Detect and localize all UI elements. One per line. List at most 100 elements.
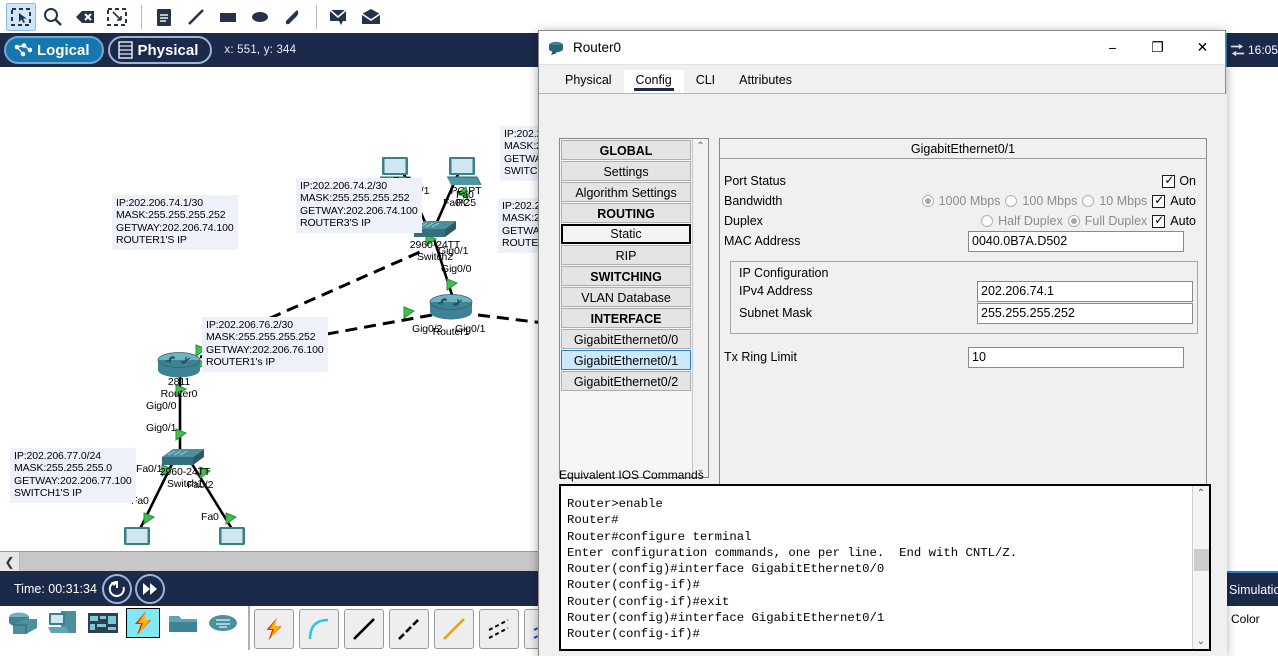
nav-item-gig0-2[interactable]: GigabitEthernet0/2 [561, 371, 692, 391]
tab-config[interactable]: Config [623, 70, 684, 93]
zoom-reset-button[interactable] [70, 3, 100, 31]
tab-cli[interactable]: CLI [684, 70, 727, 93]
zoom-fit-button[interactable] [102, 3, 132, 31]
connections-icon[interactable] [126, 608, 160, 638]
nav-item-algorithm-settings[interactable]: Algorithm Settings [561, 182, 692, 202]
zoom-in-button[interactable] [38, 3, 68, 31]
mac-address-input[interactable] [968, 230, 1184, 252]
device-pc5[interactable] [445, 155, 483, 187]
nav-item-settings[interactable]: Settings [561, 161, 692, 181]
ios-scroll-down-icon[interactable]: ⌄ [1197, 636, 1205, 647]
port-label: Fa0/2 [187, 479, 214, 491]
draw-rectangle-button[interactable] [213, 3, 243, 31]
draw-ellipse-button[interactable] [245, 3, 275, 31]
reset-power-button[interactable] [101, 573, 132, 604]
tx-ring-limit-input[interactable] [968, 346, 1184, 368]
tab-physical[interactable]: Physical [553, 70, 624, 93]
draw-freeform-button[interactable] [277, 3, 307, 31]
dialog-title-bar[interactable]: Router0 − ❐ ✕ [539, 31, 1225, 65]
scroll-left-icon[interactable]: ❮ [0, 551, 20, 572]
duplex-auto-label: Auto [1170, 214, 1196, 228]
interface-group-title: GigabitEthernet0/1 [720, 139, 1206, 159]
bandwidth-row: Bandwidth 1000 Mbps 100 Mbps 10 Mbps Aut… [720, 191, 1206, 211]
close-button[interactable]: ✕ [1180, 31, 1225, 65]
simple-pdu-button[interactable] [324, 3, 354, 31]
ios-scroll-thumb[interactable] [1193, 548, 1209, 571]
ipv4-address-label: IPv4 Address [739, 284, 813, 298]
complex-pdu-button[interactable] [356, 3, 386, 31]
annotation-switch1-lan[interactable]: IP:202.206.77.0/24 MASK:255.255.255.0 GE… [10, 448, 136, 503]
annotation-router0-link[interactable]: IP:202.206.76.2/30 MASK:255.255.255.252 … [202, 317, 328, 372]
console-cable-button[interactable] [299, 609, 339, 649]
port-label: Fa0 [456, 189, 474, 201]
miscellaneous-icon[interactable] [166, 608, 200, 638]
network-devices-icon[interactable] [6, 608, 40, 638]
nav-item-gig0-1[interactable]: GigabitEthernet0/1 [561, 350, 692, 370]
nav-item-gig0-0[interactable]: GigabitEthernet0/0 [561, 329, 692, 349]
select-tool-button[interactable] [6, 2, 36, 31]
multiuser-icon[interactable] [206, 608, 240, 638]
scroll-up-icon[interactable]: ⌃ [696, 141, 704, 152]
minimize-button[interactable]: − [1090, 31, 1135, 65]
ios-commands-console[interactable]: Router>enable Router# Router#configure t… [559, 484, 1211, 651]
bandwidth-1000-radio[interactable] [921, 195, 934, 207]
automatic-connection-button[interactable] [254, 609, 294, 649]
annotation-router3-link[interactable]: IP:202.206.74.2/30 MASK:255.255.255.252 … [296, 178, 422, 233]
config-navigation-list: GLOBAL Settings Algorithm Settings ROUTI… [560, 139, 692, 477]
copper-cross-over-button[interactable] [389, 609, 429, 649]
fiber-cable-button[interactable] [434, 609, 474, 649]
duplex-auto-checkbox[interactable] [1152, 213, 1166, 228]
ios-scroll-up-icon[interactable]: ⌃ [1197, 488, 1205, 499]
device-pc0[interactable] [120, 525, 158, 545]
nav-item-static[interactable]: Static [561, 224, 692, 244]
subnet-mask-input[interactable] [977, 302, 1193, 324]
subnet-mask-label: Subnet Mask [739, 306, 812, 320]
device-router1[interactable] [428, 293, 474, 323]
physical-view-label: Physical [137, 41, 199, 59]
draw-line-button[interactable] [181, 3, 211, 31]
bandwidth-100-label: 100 Mbps [1022, 194, 1078, 208]
bandwidth-100-radio[interactable] [1005, 195, 1018, 207]
port-label: Gig0/0 [441, 263, 472, 275]
full-duplex-radio[interactable] [1067, 215, 1080, 227]
nav-item-vlan-database[interactable]: VLAN Database [561, 287, 692, 307]
nav-item-rip[interactable]: RIP [561, 245, 692, 265]
navigation-scrollbar[interactable]: ⌃ ⌄ [692, 139, 708, 477]
tx-ring-limit-label: Tx Ring Limit [724, 350, 797, 364]
maximize-button[interactable]: ❐ [1135, 31, 1180, 65]
clock-area: 16:05 [1225, 33, 1278, 67]
dialog-tab-strip: Physical Config CLI Attributes [539, 65, 1225, 94]
port-status-on-label: On [1179, 174, 1196, 188]
bandwidth-auto-checkbox[interactable] [1152, 193, 1166, 208]
components-icon[interactable] [86, 608, 120, 638]
nav-header-interface: INTERFACE [561, 308, 692, 328]
notes-tool-button[interactable] [149, 3, 179, 31]
bandwidth-10-radio[interactable] [1082, 195, 1095, 207]
port-label: Fa0 [201, 511, 219, 523]
annotation-router1-link[interactable]: IP:202.206.74.1/30 MASK:255.255.255.252 … [112, 195, 238, 250]
port-label: Gig0/1 [146, 422, 177, 434]
port-status-checkbox[interactable] [1162, 173, 1176, 188]
duplex-label: Duplex [724, 214, 763, 228]
device-pc1[interactable] [215, 525, 253, 545]
ios-console-scrollbar[interactable]: ⌃ ⌄ [1192, 486, 1209, 649]
phone-cable-button[interactable] [479, 609, 519, 649]
fast-forward-button[interactable] [134, 573, 165, 604]
ipv4-address-input[interactable] [977, 280, 1193, 302]
physical-view-tab[interactable]: Physical [107, 36, 213, 64]
simulation-label: Simulation [1229, 582, 1278, 597]
tab-attributes[interactable]: Attributes [727, 70, 804, 93]
half-duplex-radio[interactable] [981, 215, 994, 227]
toolbar-divider [141, 4, 142, 29]
end-devices-icon[interactable] [46, 608, 80, 638]
color-picker-area[interactable]: Color [1225, 606, 1278, 656]
logical-view-tab[interactable]: Logical [4, 36, 104, 64]
ios-commands-label: Equivalent IOS Commands [559, 468, 704, 482]
realtime-simulation-toggle[interactable]: Simulation [1225, 571, 1278, 606]
router0-config-dialog[interactable]: Router0 − ❐ ✕ Physical Config CLI Attrib… [538, 30, 1227, 656]
packet-tracer-window: Logical Physical x: 551, y: 344 16:05 PC… [0, 0, 1278, 656]
physical-rack-icon [117, 41, 133, 59]
copper-straight-through-button[interactable] [344, 609, 384, 649]
clock-time: 16:05 [1247, 43, 1278, 57]
port-label: Gig0/2 [412, 323, 443, 335]
